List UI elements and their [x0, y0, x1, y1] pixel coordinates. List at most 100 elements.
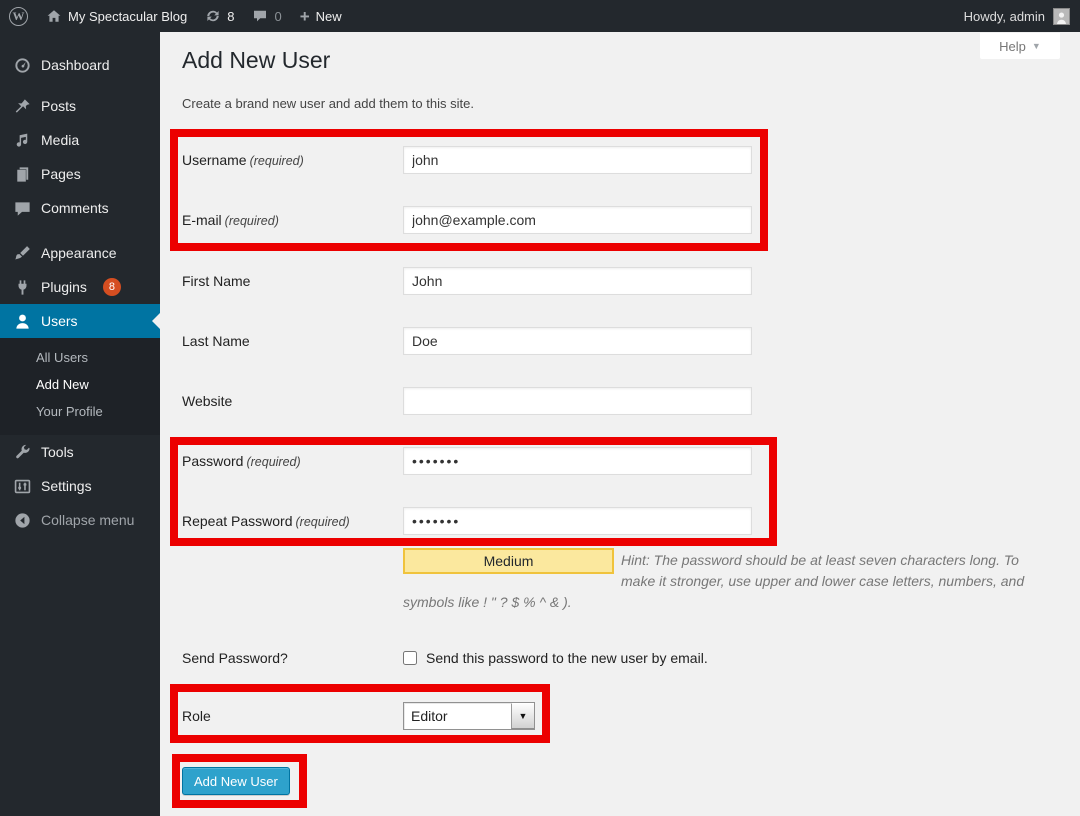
- label-text: Role: [182, 708, 211, 724]
- updates-link[interactable]: 8: [196, 0, 243, 32]
- help-button[interactable]: Help ▼: [980, 33, 1060, 59]
- sidebar-item-label: Dashboard: [41, 57, 110, 73]
- repeat-password-label: Repeat Password(required): [182, 513, 403, 529]
- label-text: Send Password?: [182, 650, 288, 666]
- site-name-link[interactable]: My Spectacular Blog: [37, 0, 196, 32]
- add-new-user-button[interactable]: Add New User: [182, 767, 290, 795]
- pages-icon: [13, 165, 32, 184]
- brush-icon: [13, 244, 32, 263]
- label-text: Password: [182, 453, 243, 469]
- submenu-item-your-profile[interactable]: Your Profile: [0, 398, 160, 425]
- repeat-password-row: Repeat Password(required): [182, 507, 752, 535]
- sidebar-item-users[interactable]: Users: [0, 304, 160, 338]
- sidebar-item-collapse-menu[interactable]: Collapse menu: [0, 503, 160, 537]
- admin-bar: W My Spectacular Blog 8 0 + New Howdy, a…: [0, 0, 1080, 32]
- first-name-label: First Name: [182, 273, 403, 289]
- sliders-icon: [13, 477, 32, 496]
- home-icon: [46, 8, 62, 24]
- website-label: Website: [182, 393, 403, 409]
- admin-sidebar: Dashboard Posts Media Pages Comments App…: [0, 32, 160, 816]
- media-icon: [13, 131, 32, 150]
- role-select[interactable]: Editor ▼: [403, 702, 535, 730]
- label-text: First Name: [182, 273, 250, 289]
- sidebar-item-label: Posts: [41, 98, 76, 114]
- email-label: E-mail(required): [182, 212, 403, 228]
- password-label: Password(required): [182, 453, 403, 469]
- sidebar-item-label: Settings: [41, 478, 92, 494]
- sidebar-item-dashboard[interactable]: Dashboard: [0, 48, 160, 82]
- new-label: New: [316, 9, 342, 24]
- website-row: Website: [182, 387, 752, 415]
- last-name-row: Last Name: [182, 327, 752, 355]
- username-input[interactable]: [403, 146, 752, 174]
- send-password-checkbox[interactable]: [403, 651, 417, 665]
- role-label: Role: [182, 708, 403, 724]
- send-password-label: Send Password?: [182, 650, 403, 666]
- send-password-checkbox-label: Send this password to the new user by em…: [426, 650, 708, 666]
- person-icon: [1055, 11, 1068, 24]
- sidebar-item-label: Users: [41, 313, 78, 329]
- sidebar-item-posts[interactable]: Posts: [0, 89, 160, 123]
- sidebar-item-appearance[interactable]: Appearance: [0, 236, 160, 270]
- repeat-password-input[interactable]: [403, 507, 752, 535]
- label-text: Repeat Password: [182, 513, 293, 529]
- label-text: Website: [182, 393, 232, 409]
- website-input[interactable]: [403, 387, 752, 415]
- required-note: (required): [246, 455, 300, 469]
- comments-link[interactable]: 0: [243, 0, 290, 32]
- wordpress-logo-icon: W: [9, 7, 28, 26]
- new-content-menu[interactable]: + New: [291, 0, 351, 32]
- sidebar-item-settings[interactable]: Settings: [0, 469, 160, 503]
- sidebar-item-comments[interactable]: Comments: [0, 191, 160, 225]
- password-input[interactable]: [403, 447, 752, 475]
- page-title: Add New User: [182, 46, 330, 75]
- sidebar-item-label: Pages: [41, 166, 81, 182]
- update-count: 8: [227, 9, 234, 24]
- username-label: Username(required): [182, 152, 403, 168]
- account-menu[interactable]: Howdy, admin: [964, 8, 1080, 25]
- sidebar-item-pages[interactable]: Pages: [0, 157, 160, 191]
- label-text: E-mail: [182, 212, 222, 228]
- help-label: Help: [999, 39, 1026, 54]
- users-icon: [13, 312, 32, 331]
- dashboard-icon: [13, 56, 32, 75]
- sidebar-item-label: Collapse menu: [41, 512, 134, 528]
- email-input[interactable]: [403, 206, 752, 234]
- first-name-input[interactable]: [403, 267, 752, 295]
- email-row: E-mail(required): [182, 206, 752, 234]
- plugins-update-badge: 8: [103, 278, 121, 296]
- sidebar-item-plugins[interactable]: Plugins 8: [0, 270, 160, 304]
- sidebar-item-media[interactable]: Media: [0, 123, 160, 157]
- wrench-icon: [13, 443, 32, 462]
- role-row: Role Editor ▼: [182, 702, 535, 730]
- collapse-arrow-icon: [13, 511, 32, 530]
- password-row: Password(required): [182, 447, 752, 475]
- required-note: (required): [296, 515, 350, 529]
- sidebar-item-tools[interactable]: Tools: [0, 435, 160, 469]
- dropdown-arrow-icon: ▼: [511, 703, 534, 729]
- site-name-label: My Spectacular Blog: [68, 9, 187, 24]
- label-text: Username: [182, 152, 247, 168]
- sidebar-item-label: Comments: [41, 200, 109, 216]
- update-icon: [205, 8, 221, 24]
- required-note: (required): [250, 154, 304, 168]
- avatar: [1053, 8, 1070, 25]
- label-text: Last Name: [182, 333, 250, 349]
- submenu-item-all-users[interactable]: All Users: [0, 344, 160, 371]
- last-name-input[interactable]: [403, 327, 752, 355]
- last-name-label: Last Name: [182, 333, 403, 349]
- chevron-down-icon: ▼: [1032, 41, 1041, 51]
- wordpress-logo-menu[interactable]: W: [0, 0, 37, 32]
- main-content: Help ▼ Add New User Create a brand new u…: [160, 32, 1080, 816]
- submenu-item-add-new[interactable]: Add New: [0, 371, 160, 398]
- sidebar-item-label: Plugins: [41, 279, 87, 295]
- comment-count: 0: [274, 9, 281, 24]
- sidebar-item-label: Tools: [41, 444, 74, 460]
- plugin-icon: [13, 278, 32, 297]
- password-strength-meter: Medium: [403, 548, 614, 574]
- sidebar-item-label: Appearance: [41, 245, 117, 261]
- comment-icon: [252, 8, 268, 24]
- role-selected-value: Editor: [404, 703, 511, 729]
- intro-text: Create a brand new user and add them to …: [182, 96, 474, 111]
- comments-icon: [13, 199, 32, 218]
